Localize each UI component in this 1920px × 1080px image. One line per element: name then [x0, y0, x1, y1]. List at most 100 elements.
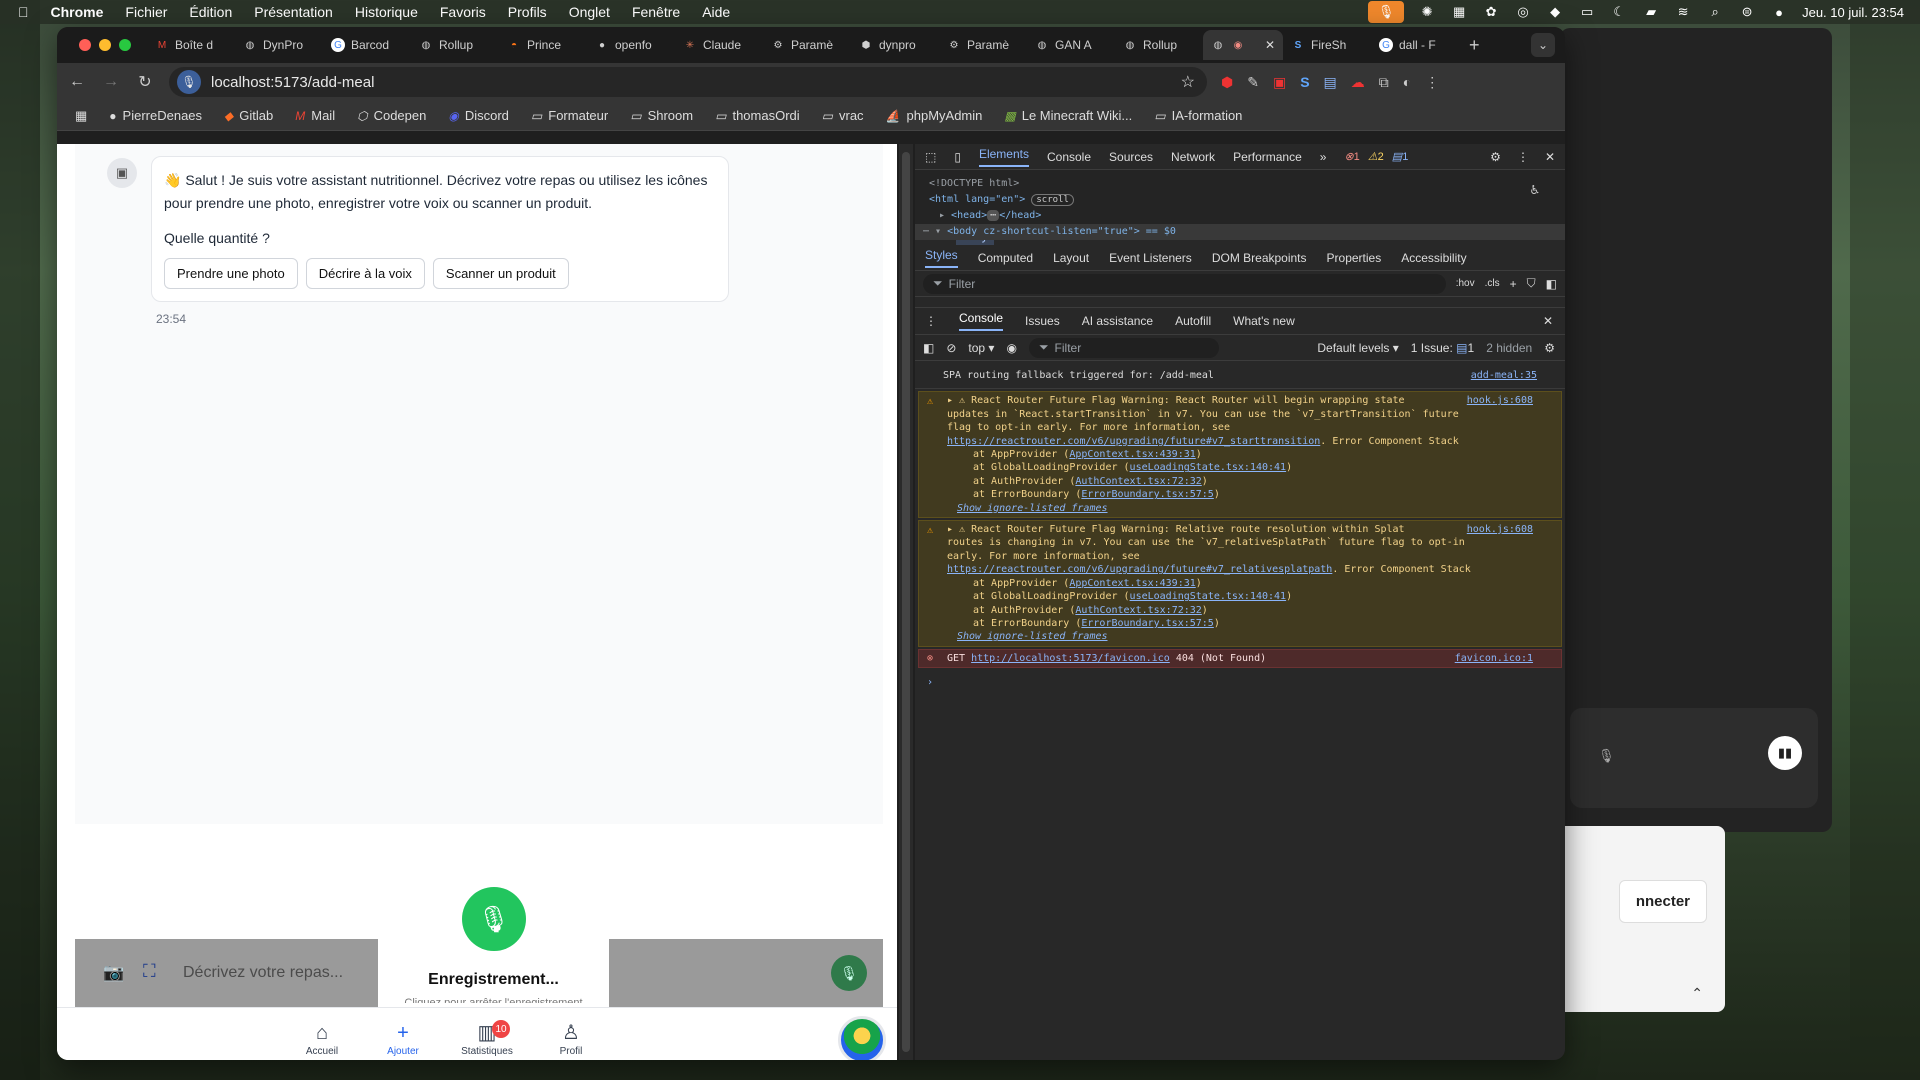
show-ignore-listed-link[interactable]: Show ignore-listed frames [947, 630, 1551, 643]
subtab-computed[interactable]: Computed [978, 251, 1033, 265]
docker-icon[interactable]: ▦ [1450, 4, 1468, 20]
wifi-icon[interactable]: ≋ [1674, 4, 1692, 20]
tab-performance[interactable]: Performance [1233, 150, 1302, 164]
openai-icon[interactable]: ✿ [1482, 4, 1500, 20]
issues-counter[interactable]: 1 Issue: ▤1 [1411, 341, 1474, 355]
console-filter-input[interactable]: ⏷ Filter [1028, 337, 1219, 358]
tab-sources[interactable]: Sources [1109, 150, 1153, 164]
dom-head[interactable]: ▸ <head> ⋯ </head> [929, 208, 1551, 224]
extension-red-icon[interactable]: ▣ [1273, 74, 1286, 91]
subtab-event-listeners[interactable]: Event Listeners [1109, 251, 1192, 265]
dom-html[interactable]: <html lang="en"> scroll [929, 192, 1551, 208]
styles-filter-input[interactable]: ⏷ Filter [923, 273, 1446, 294]
forward-button[interactable]: → [101, 73, 121, 91]
adblock-icon[interactable]: ⬢ [1221, 74, 1233, 91]
tab-claude[interactable]: ✳ Claude [675, 30, 763, 60]
user-switch-icon[interactable]: ● [1770, 4, 1788, 20]
subtab-properties[interactable]: Properties [1327, 251, 1382, 265]
request-url-link[interactable]: http://localhost:5173/favicon.ico [971, 653, 1170, 664]
extension-s-icon[interactable]: S [1300, 74, 1309, 90]
stack-link[interactable]: ErrorBoundary.tsx:57:5 [1081, 618, 1213, 629]
stack-link[interactable]: useLoadingState.tsx:140:41 [1130, 462, 1287, 473]
stack-link[interactable]: ErrorBoundary.tsx:57:5 [1081, 489, 1213, 500]
menu-edition[interactable]: Édition [189, 4, 232, 20]
menu-aide[interactable]: Aide [702, 4, 730, 20]
docs-link[interactable]: https://reactrouter.com/v6/upgrading/fut… [947, 564, 1332, 575]
inspect-icon[interactable]: ⬚ [925, 150, 936, 164]
drawer-tab-ai[interactable]: AI assistance [1082, 314, 1153, 328]
bookmark-item[interactable]: ⛵ phpMyAdmin [886, 108, 983, 123]
close-devtools-icon[interactable]: ✕ [1545, 150, 1555, 164]
menu-fenetre[interactable]: Fenêtre [632, 4, 680, 20]
tab-close-icon[interactable]: ✕ [1265, 38, 1275, 52]
bookmark-folder[interactable]: ▭ IA-formation [1154, 108, 1242, 123]
new-rule-icon[interactable]: + [1510, 277, 1517, 291]
paint-icon[interactable]: ⛉ [1527, 276, 1536, 291]
brightness-icon[interactable]: ✺ [1418, 4, 1436, 20]
docs-link[interactable]: https://reactrouter.com/v6/upgrading/fut… [947, 436, 1320, 447]
tab-dynpro[interactable]: ◍ DynPro [235, 30, 323, 60]
accessibility-icon[interactable]: ♿ [1531, 182, 1539, 198]
minimize-window-button[interactable] [99, 39, 111, 51]
back-button[interactable]: ← [67, 73, 87, 91]
stack-link[interactable]: AppContext.tsx:439:31 [1069, 578, 1195, 589]
console-message-warning[interactable]: ⚠ hook.js:608 ▸ ⚠ React Router Future Fl… [918, 391, 1562, 519]
dom-doctype[interactable]: <!DOCTYPE html> [929, 176, 1551, 192]
display-icon[interactable]: ▭ [1578, 4, 1596, 20]
stack-link[interactable]: AuthContext.tsx:72:32 [1075, 605, 1201, 616]
bookmark-folder[interactable]: ▭ thomasOrdi [715, 108, 800, 123]
tab-rollup-2[interactable]: ◍ Rollup [1115, 30, 1203, 60]
menu-fichier[interactable]: Fichier [125, 4, 167, 20]
tab-fireship[interactable]: S FireSh [1283, 30, 1371, 60]
address-bar[interactable]: 🎙 localhost:5173/add-meal ☆ [169, 67, 1207, 97]
show-ignore-listed-link[interactable]: Show ignore-listed frames [947, 502, 1551, 515]
device-toggle-icon[interactable]: ▯ [954, 150, 961, 164]
tab-barcode[interactable]: G Barcod [323, 30, 411, 60]
bookmark-item[interactable]: ◉ Discord [448, 108, 509, 123]
control-center-icon[interactable]: ⊜ [1738, 4, 1756, 20]
scan-icon[interactable]: ⛶ [143, 961, 156, 982]
stack-link[interactable]: AppContext.tsx:439:31 [1069, 449, 1195, 460]
tab-gan[interactable]: ◍ GAN A [1027, 30, 1115, 60]
extension-cloud-icon[interactable]: ☁ [1351, 74, 1365, 91]
bookmark-item[interactable]: ● PierreDenaes [109, 108, 202, 123]
apple-icon[interactable]:  [18, 4, 29, 20]
menu-profils[interactable]: Profils [508, 4, 547, 20]
menu-chrome[interactable]: Chrome [51, 4, 104, 20]
extension-doc-icon[interactable]: ▤ [1324, 74, 1337, 91]
search-icon[interactable]: ⌕ [1706, 4, 1724, 20]
bookmark-folder[interactable]: ▭ vrac [822, 108, 864, 123]
url-text[interactable]: localhost:5173/add-meal [211, 74, 374, 91]
bookmark-folder[interactable]: ▭ Formateur [531, 108, 608, 123]
clear-console-icon[interactable]: ⊘ [946, 341, 956, 355]
menu-historique[interactable]: Historique [355, 4, 418, 20]
tab-search-button[interactable]: ⌄ [1531, 33, 1555, 57]
nav-ajouter[interactable]: + Ajouter [363, 1022, 443, 1057]
console-prompt[interactable]: › [915, 670, 1565, 695]
close-window-button[interactable] [79, 39, 91, 51]
tab-openfood[interactable]: ● openfo [587, 30, 675, 60]
drawer-tab-whats-new[interactable]: What's new [1233, 314, 1295, 328]
dom-body[interactable]: ⋯ ▾ <body cz-shortcut-listen="true"> == … [915, 224, 1565, 240]
moon-icon[interactable]: ☾ [1610, 4, 1628, 20]
source-link[interactable]: hook.js:608 [1467, 523, 1533, 536]
tab-dall[interactable]: Gdall - F [1371, 30, 1459, 60]
bookmark-star-icon[interactable]: ☆ [1181, 72, 1195, 92]
zoom-window-button[interactable] [119, 39, 131, 51]
stack-link[interactable]: AuthContext.tsx:72:32 [1075, 476, 1201, 487]
drawer-menu-icon[interactable]: ⋮ [925, 314, 937, 328]
source-link[interactable]: hook.js:608 [1467, 394, 1533, 407]
nav-statistiques[interactable]: ▥ 10 Statistiques [447, 1020, 527, 1057]
creative-cloud-icon[interactable]: ◎ [1514, 4, 1532, 20]
subtab-dom-breakpoints[interactable]: DOM Breakpoints [1212, 251, 1307, 265]
tab-dynpro-node[interactable]: ⬢ dynpro [851, 30, 939, 60]
menu-favoris[interactable]: Favoris [440, 4, 486, 20]
source-link[interactable]: add-meal:35 [1471, 369, 1537, 382]
tab-active[interactable]: ◍ ◉ ✕ [1203, 30, 1283, 60]
subtab-layout[interactable]: Layout [1053, 251, 1089, 265]
console-message-warning[interactable]: ⚠ hook.js:608 ▸ ⚠ React Router Future Fl… [918, 520, 1562, 647]
devtools-counts[interactable]: ⊗1 ⚠2 ▤1 [1344, 150, 1408, 163]
cls-toggle[interactable]: .cls [1485, 278, 1500, 289]
new-tab-button[interactable]: + [1459, 35, 1490, 56]
extensions-puzzle-icon[interactable]: ⧉ [1379, 74, 1389, 91]
